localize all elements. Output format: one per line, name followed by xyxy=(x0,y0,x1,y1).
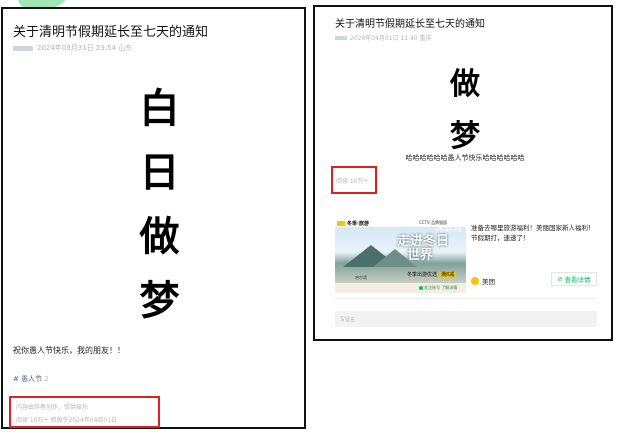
content-disclaimer: 内容由作者创作，仅供娱乐 xyxy=(16,404,89,411)
article-meta: 2024年03月31日 23:54 山东 xyxy=(13,43,132,53)
right-article-screenshot: 关于清明节假期延长至七天的通知 2024年04月01日 11:40 重庆 做 梦… xyxy=(313,5,613,341)
big-char-3: 做 xyxy=(139,214,180,260)
ad-city: 哈尔滨 xyxy=(355,275,367,280)
big-char-2: 梦 xyxy=(450,119,480,154)
divider xyxy=(335,298,597,299)
big-char-4: 梦 xyxy=(139,278,180,324)
hashtag-count: 2 xyxy=(44,375,49,383)
big-characters: 白 日 做 梦 xyxy=(3,77,308,333)
article-title: 关于清明节假期延长至七天的通知 xyxy=(13,25,209,40)
ad-subtext: 冬季出游优选 满8减 xyxy=(407,272,457,278)
wechat-dot-icon xyxy=(419,286,423,290)
view-details-label: 查看详情 xyxy=(564,276,591,284)
read-count-modified: 阅读 10万+ 修改于2024年04月01日 xyxy=(16,417,118,424)
comment-input[interactable] xyxy=(335,311,597,327)
ad-banner-image[interactable]: 冬季·旅游 CCTV 品牌强国 走进冬日 世界 冰雪·温泉·民俗 哈尔滨 冬季出… xyxy=(335,219,466,293)
advertiser-avatar-icon xyxy=(471,277,479,285)
ad-logo: 冬季·旅游 xyxy=(337,220,369,227)
greeting-text: 哈哈哈哈哈哈愚人节快乐哈哈哈哈哈哈 xyxy=(405,154,525,162)
left-article-screenshot: 关于清明节假期延长至七天的通知 2024年03月31日 23:54 山东 白 日… xyxy=(1,7,306,429)
big-char-2: 日 xyxy=(139,150,180,196)
ad-brand: CCTV 品牌强国 xyxy=(419,220,448,225)
article-title: 关于清明节假期延长至七天的通知 xyxy=(335,19,485,30)
comment-placeholder: 写留言 xyxy=(340,317,356,323)
blurred-author-name xyxy=(335,35,347,40)
hashtag-label: # 愚人节 xyxy=(13,375,43,383)
article-meta: 2024年04月01日 11:40 重庆 xyxy=(335,33,432,42)
ad-cta-text: 关注账号 了解详情 xyxy=(419,285,457,291)
ad-description: 准备去哪里旅游福利！美丽国家新人福利！节假期打，速速了！ xyxy=(471,224,595,242)
blurred-author-name xyxy=(13,45,33,51)
ad-logo-icon xyxy=(337,221,345,226)
hashtag-link[interactable]: # 愚人节 2 xyxy=(13,374,49,384)
link-icon: ⊘ xyxy=(557,275,563,283)
article-date-location: 2024年04月01日 11:40 重庆 xyxy=(350,35,432,42)
big-char-1: 白 xyxy=(139,86,180,132)
ad-tags: 冰雪·温泉·民俗 xyxy=(435,227,462,232)
article-date-location: 2024年03月31日 23:54 山东 xyxy=(37,44,133,52)
read-count: 阅读 10万+ xyxy=(336,178,369,185)
advertiser-name: 美团 xyxy=(482,278,495,286)
view-details-button[interactable]: ⊘ 查看详情 xyxy=(551,272,597,286)
big-char-1: 做 xyxy=(450,67,480,102)
ad-headline: 走进冬日 世界 xyxy=(397,234,450,263)
greeting-text: 祝你愚人节快乐，我的朋友！！ xyxy=(13,346,125,355)
ad-advertiser[interactable]: 美团 xyxy=(471,276,495,286)
